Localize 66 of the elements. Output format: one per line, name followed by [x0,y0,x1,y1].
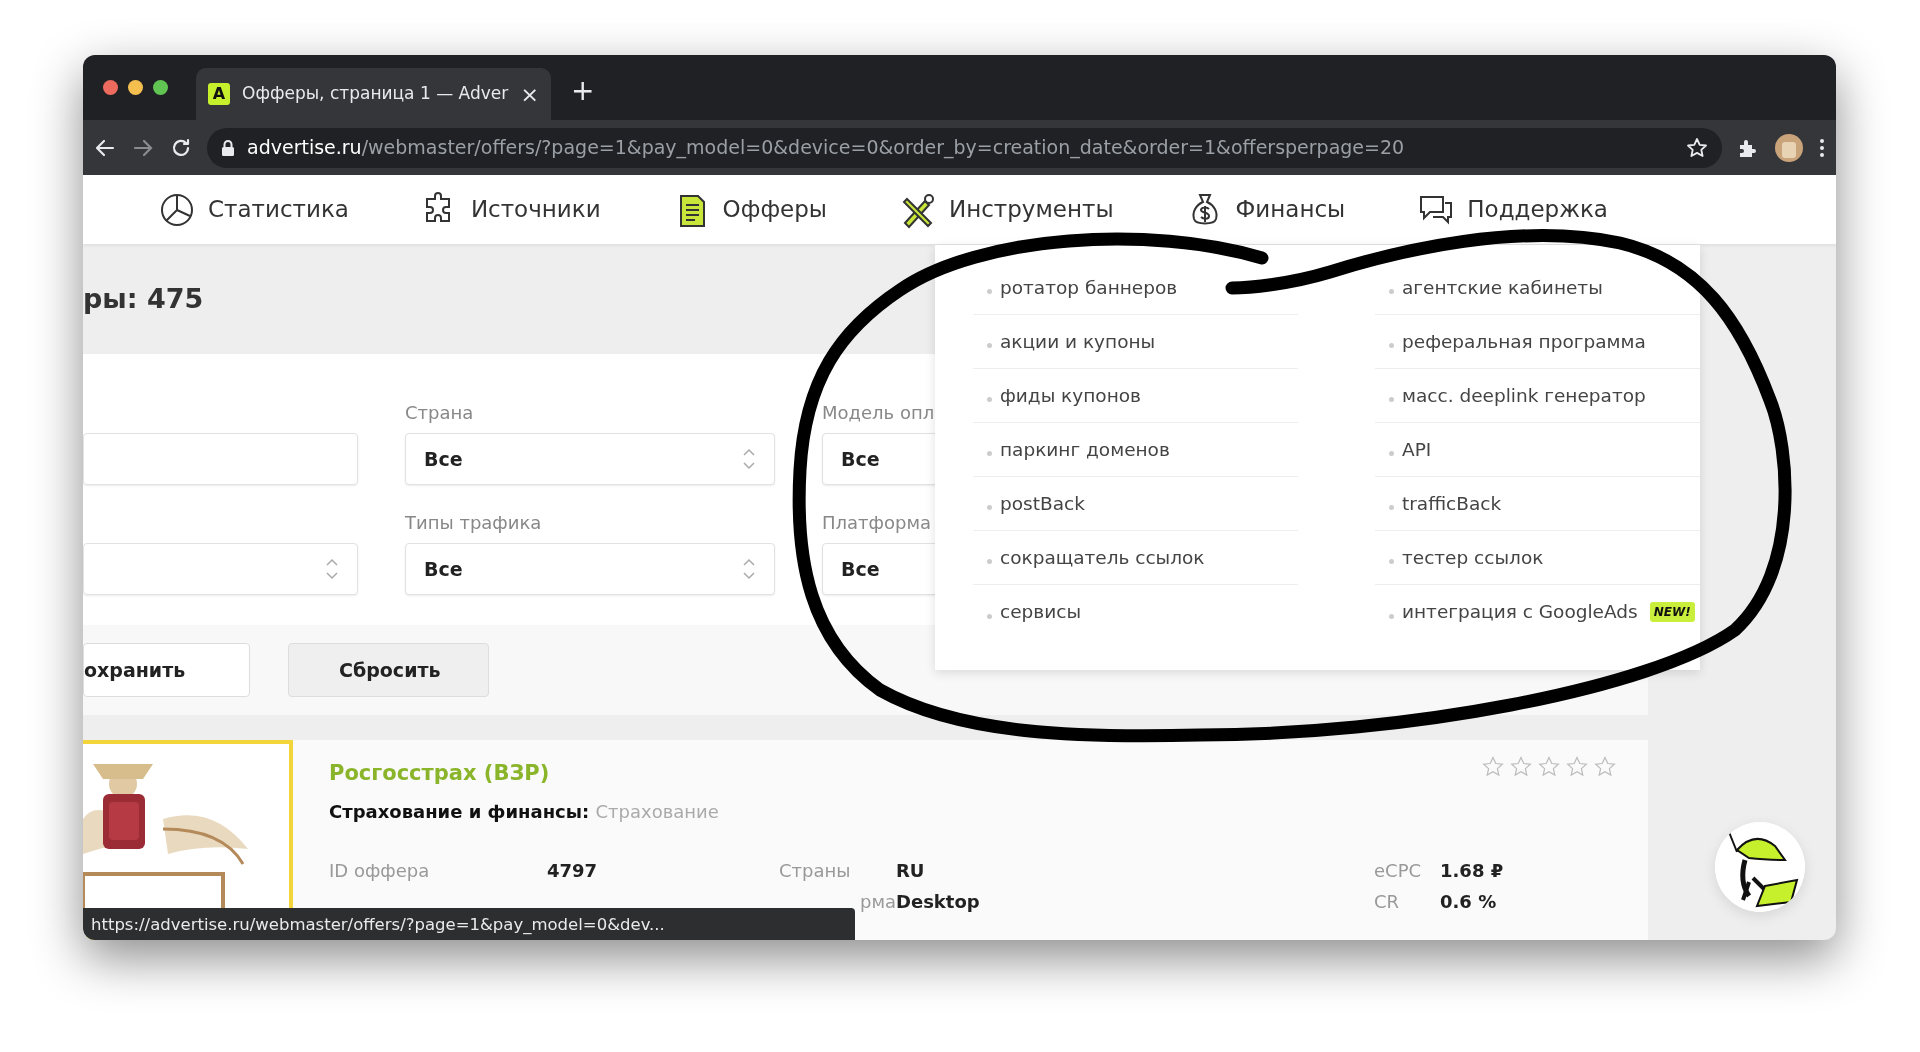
field-label: ID оффера [329,858,431,883]
new-badge: NEW! [1649,602,1695,622]
field-value: 1.68 ₽ [1440,858,1505,883]
menu-item[interactable]: реферальная программа [1375,315,1700,369]
star-icon [1538,756,1560,778]
field-label: рма [858,889,896,914]
field-value: 0.6 % [1440,889,1498,914]
window-control-button[interactable] [153,80,168,95]
field-label: CR [1374,889,1401,914]
window-control-button[interactable] [128,80,143,95]
star-icon [1594,756,1616,778]
profile-avatar-icon[interactable] [1774,132,1804,163]
star-icon [1566,756,1588,778]
nav-link[interactable]: Статистика [158,190,349,229]
star-icon [1482,756,1504,778]
star-rating[interactable] [1482,756,1616,778]
tab-title: Офферы, страница 1 — Adver [242,82,509,106]
menu-item[interactable]: сервисы [973,585,1298,639]
lock-icon [221,138,235,157]
nav-link[interactable]: Источники [420,190,601,229]
nav-link[interactable]: Финансы [1185,190,1346,229]
browser-tab[interactable]: A Офферы, страница 1 — Adver × [196,68,551,120]
field-label: Страны [779,858,852,883]
star-icon [1510,756,1532,778]
menu-item[interactable]: масс. deeplink генератор [1375,369,1700,423]
field-value: RU [896,858,926,883]
favicon-icon: A [208,83,230,105]
status-url-tooltip: https://advertise.ru/webmaster/offers/?page=1&pay_model=0&dev... [83,908,855,940]
sort-arrows-icon [325,558,339,580]
select-field[interactable]: Все [405,543,775,595]
input-field[interactable] [83,433,358,485]
nav-link[interactable]: Инструменты [898,190,1114,229]
nav-link[interactable]: Поддержка [1417,190,1608,229]
field-label: Страна [405,402,474,423]
window-control-button[interactable] [103,80,118,95]
select-field[interactable] [83,543,358,595]
field-label: Платформа [822,512,931,533]
save-button[interactable]: охранить [83,643,250,697]
address-bar[interactable]: advertise.ru/webmaster/offers/?page=1&pay_model=0&device=0&order_by=creation_date&order=1&offersperpage=20 [207,127,1722,168]
menu-item[interactable]: интеграция с GoogleAds NEW! [1375,585,1700,639]
page-heading: ры: 475 [83,281,204,316]
menu-item[interactable]: тестер ссылок [1375,531,1700,585]
reset-button[interactable]: Сбросить [288,643,489,697]
select-field[interactable]: Все [405,433,775,485]
menu-item[interactable]: postBack [973,477,1298,531]
menu-item[interactable]: API [1375,423,1700,477]
offer-category: Страхование и финансы: Страхование [329,799,720,824]
star-icon[interactable] [1686,136,1708,159]
menu-item[interactable]: trafficBack [1375,477,1700,531]
menu-item[interactable]: паркинг доменов [973,423,1298,477]
menu-item[interactable]: фиды купонов [973,369,1298,423]
new-tab-button[interactable]: + [571,70,595,112]
menu-item[interactable]: сокращатель ссылок [973,531,1298,585]
close-tab-button[interactable]: × [520,77,539,111]
menu-item[interactable]: ротатор баннеров [973,261,1298,315]
menu-item[interactable]: акции и купоны [973,315,1298,369]
field-value: 4797 [547,858,599,883]
field-label: Типы трафика [405,512,542,533]
nav-link[interactable]: Офферы [672,190,827,229]
menu-item[interactable]: агентские кабинеты [1375,261,1700,315]
sort-arrows-icon [742,558,756,580]
field-label: eCPC [1374,858,1423,883]
sort-arrows-icon [742,448,756,470]
field-value: Desktop [896,889,981,914]
url-text: advertise.ru/webmaster/offers/?page=1&pay_model=0&device=0&order_by=creation_date&order=1&offersperpage=20 [247,135,1405,161]
field-label: Модель опл [822,402,935,423]
